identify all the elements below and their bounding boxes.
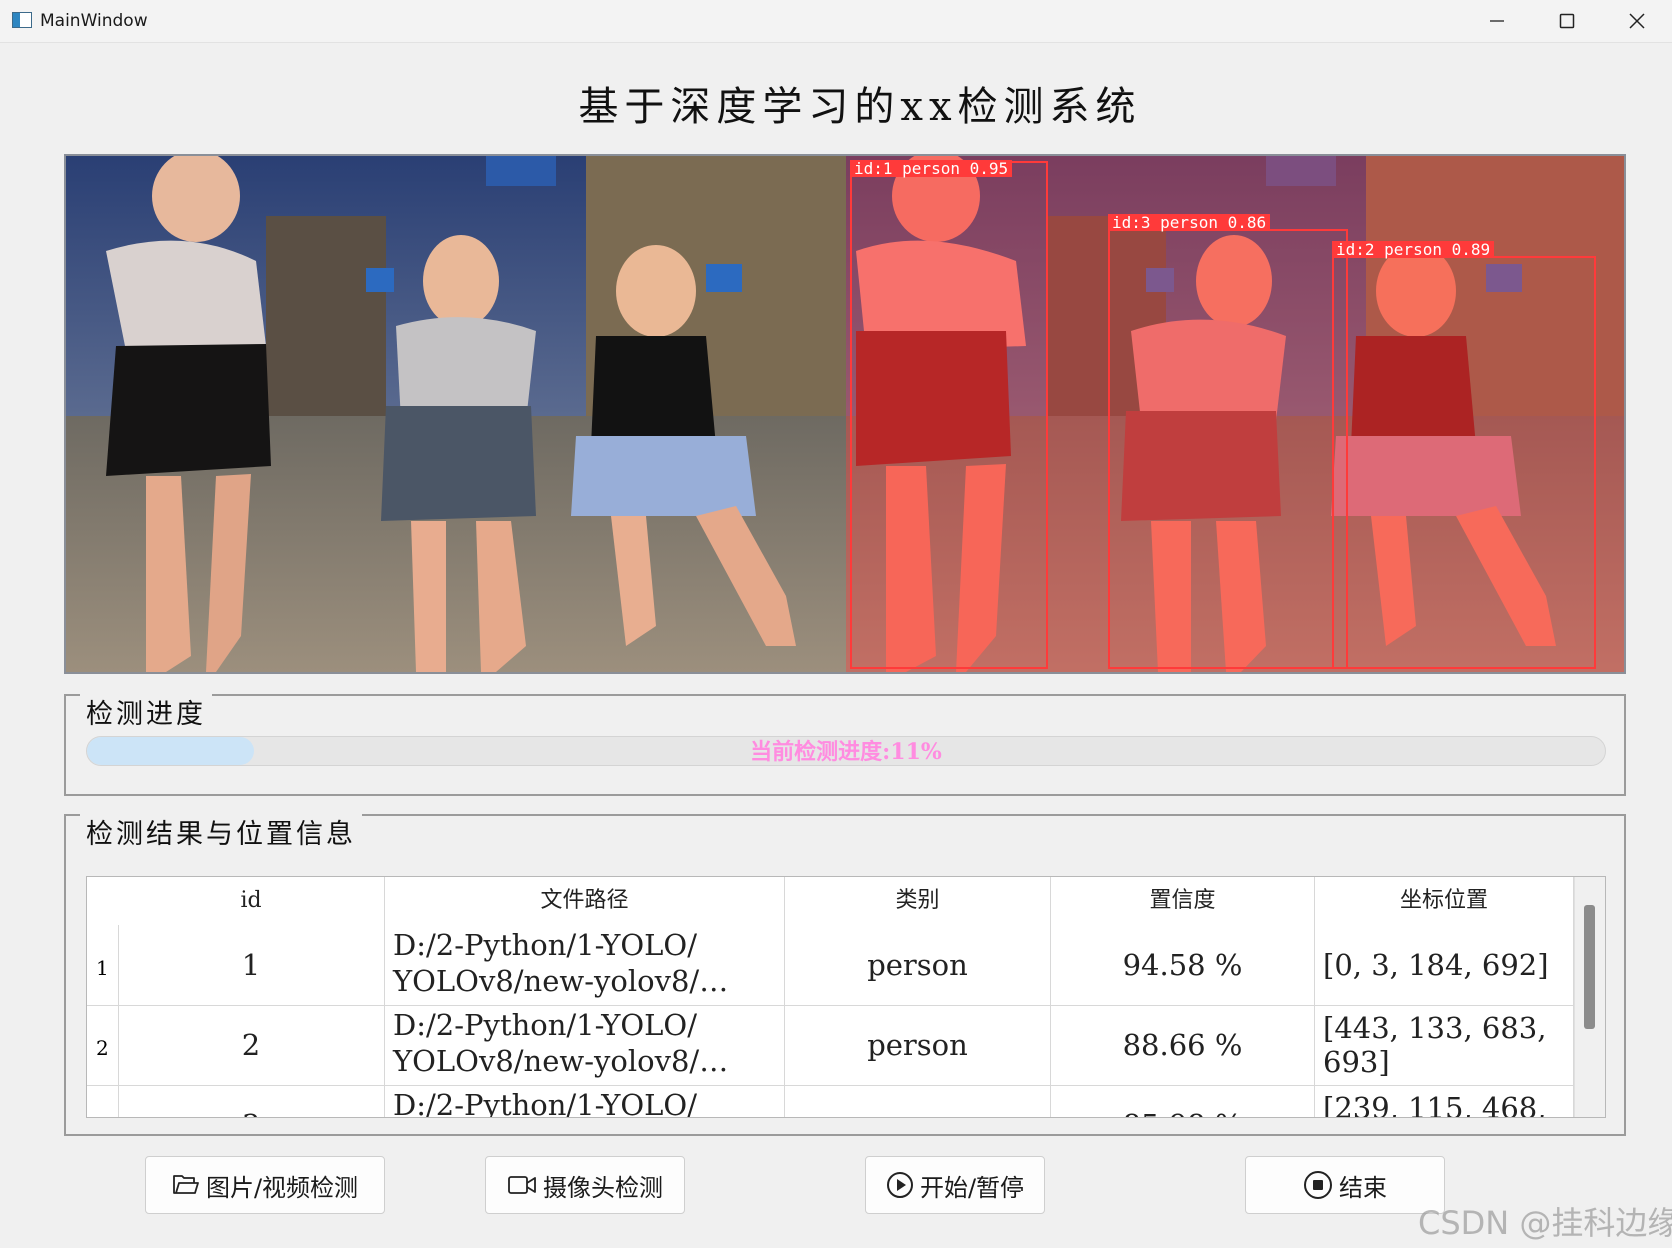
column-header-id[interactable]: id — [118, 877, 385, 925]
cell-file-path[interactable]: D:/2-Python/1-YOLO/ — [385, 1085, 785, 1118]
app-heading: 基于深度学习的xx检测系统 — [578, 84, 1142, 130]
cell-confidence[interactable]: 88.66 % — [1051, 1005, 1315, 1085]
cell-coordinates[interactable]: [239, 115, 468, 692] — [1315, 1085, 1574, 1117]
maximize-button[interactable] — [1532, 0, 1602, 42]
cell-class[interactable]: person — [785, 1085, 1051, 1117]
table-row[interactable]: 3 3 D:/2-Python/1-YOLO/ person 85.98 % [… — [87, 1085, 1574, 1118]
scrollbar-thumb[interactable] — [1584, 905, 1595, 1029]
detection-box-2: id:2 person 0.89 — [1332, 241, 1596, 669]
cell-id[interactable]: 1 — [118, 925, 385, 1005]
progress-bar: 当前检测进度:11% — [86, 736, 1606, 766]
column-header-coordinates[interactable]: 坐标位置 — [1315, 877, 1574, 925]
table-row[interactable]: 2 2 D:/2-Python/1-YOLO/ YOLOv8/new-yolov… — [87, 1005, 1574, 1086]
window-titlebar[interactable]: MainWindow — [0, 0, 1672, 43]
path-line-1: D:/2-Python/1-YOLO/ — [393, 1088, 697, 1118]
path-line-1: D:/2-Python/1-YOLO/ — [393, 928, 697, 962]
close-icon — [1629, 13, 1645, 29]
results-group-title: 检测结果与位置信息 — [80, 812, 362, 851]
detection-label-2: id:2 person 0.89 — [1332, 241, 1495, 258]
camera-detect-button[interactable]: 摄像头检测 — [485, 1156, 685, 1214]
video-camera-icon — [508, 1176, 536, 1194]
cell-coordinates[interactable]: [0, 3, 184, 692] — [1315, 925, 1574, 1005]
cell-file-path[interactable]: D:/2-Python/1-YOLO/ YOLOv8/new-yolov8/… — [385, 1005, 785, 1085]
cell-coordinates[interactable]: [443, 133, 683, 693] — [1315, 1005, 1574, 1085]
path-line-2: YOLOv8/new-yolov8/… — [393, 964, 729, 998]
column-header-confidence[interactable]: 置信度 — [1051, 877, 1315, 925]
detection-frame: id:1 person 0.95 id:3 person 0.86 id:2 p… — [846, 156, 1624, 672]
progress-group: 检测进度 当前检测进度:11% — [64, 692, 1626, 796]
start-pause-label: 开始/暂停 — [919, 1173, 1025, 1202]
row-header[interactable]: 3 — [87, 1085, 118, 1117]
start-pause-button[interactable]: 开始/暂停 — [865, 1156, 1045, 1214]
stop-circle-icon — [1304, 1171, 1332, 1199]
row-header[interactable]: 2 — [87, 1005, 118, 1085]
detection-label-1: id:1 person 0.95 — [850, 160, 1013, 177]
table-row[interactable]: 1 1 D:/2-Python/1-YOLO/ YOLOv8/new-yolov… — [87, 925, 1574, 1006]
cell-class[interactable]: person — [785, 925, 1051, 1005]
path-line-2: YOLOv8/new-yolov8/… — [393, 1044, 729, 1078]
cell-file-path[interactable]: D:/2-Python/1-YOLO/ YOLOv8/new-yolov8/… — [385, 925, 785, 1005]
play-circle-icon — [886, 1172, 913, 1198]
window-title: MainWindow — [40, 11, 148, 31]
image-display-panel: id:1 person 0.95 id:3 person 0.86 id:2 p… — [64, 154, 1626, 674]
progress-text: 当前检测进度:11% — [750, 739, 942, 765]
column-header-file-path[interactable]: 文件路径 — [385, 877, 785, 925]
folder-open-icon — [173, 1175, 199, 1194]
minimize-icon — [1490, 20, 1504, 22]
cell-class[interactable]: person — [785, 1005, 1051, 1085]
detection-label-3: id:3 person 0.86 — [1108, 214, 1271, 231]
results-group: 检测结果与位置信息 id 文件路径 类别 置信度 坐标位置 1 1 D:/2-P… — [64, 812, 1626, 1136]
cell-confidence[interactable]: 94.58 % — [1051, 925, 1315, 1005]
original-scene-image — [66, 156, 846, 672]
original-frame — [66, 156, 846, 672]
watermark: CSDN @挂科边缘 — [1418, 1204, 1672, 1242]
row-header[interactable]: 1 — [87, 925, 118, 1005]
close-button[interactable] — [1602, 0, 1672, 42]
image-video-detect-button[interactable]: 图片/视频检测 — [145, 1156, 385, 1214]
detection-box-1: id:1 person 0.95 — [850, 160, 1048, 669]
table-vertical-scrollbar[interactable] — [1574, 877, 1605, 1117]
results-table[interactable]: id 文件路径 类别 置信度 坐标位置 1 1 D:/2-Python/1-YO… — [86, 876, 1606, 1118]
end-label: 结束 — [1339, 1173, 1387, 1202]
detection-box-3: id:3 person 0.86 — [1108, 214, 1348, 669]
image-video-detect-label: 图片/视频检测 — [205, 1173, 359, 1202]
cell-id[interactable]: 2 — [118, 1005, 385, 1085]
app-window-icon — [12, 12, 32, 28]
minimize-button[interactable] — [1462, 0, 1532, 42]
maximize-icon — [1559, 13, 1575, 29]
path-line-1: D:/2-Python/1-YOLO/ — [393, 1008, 697, 1042]
cell-confidence[interactable]: 85.98 % — [1051, 1085, 1315, 1117]
column-header-class[interactable]: 类别 — [785, 877, 1051, 925]
progress-group-title: 检测进度 — [80, 692, 212, 731]
end-button[interactable]: 结束 — [1245, 1156, 1445, 1214]
cell-id[interactable]: 3 — [118, 1085, 385, 1117]
camera-detect-label: 摄像头检测 — [543, 1173, 663, 1202]
